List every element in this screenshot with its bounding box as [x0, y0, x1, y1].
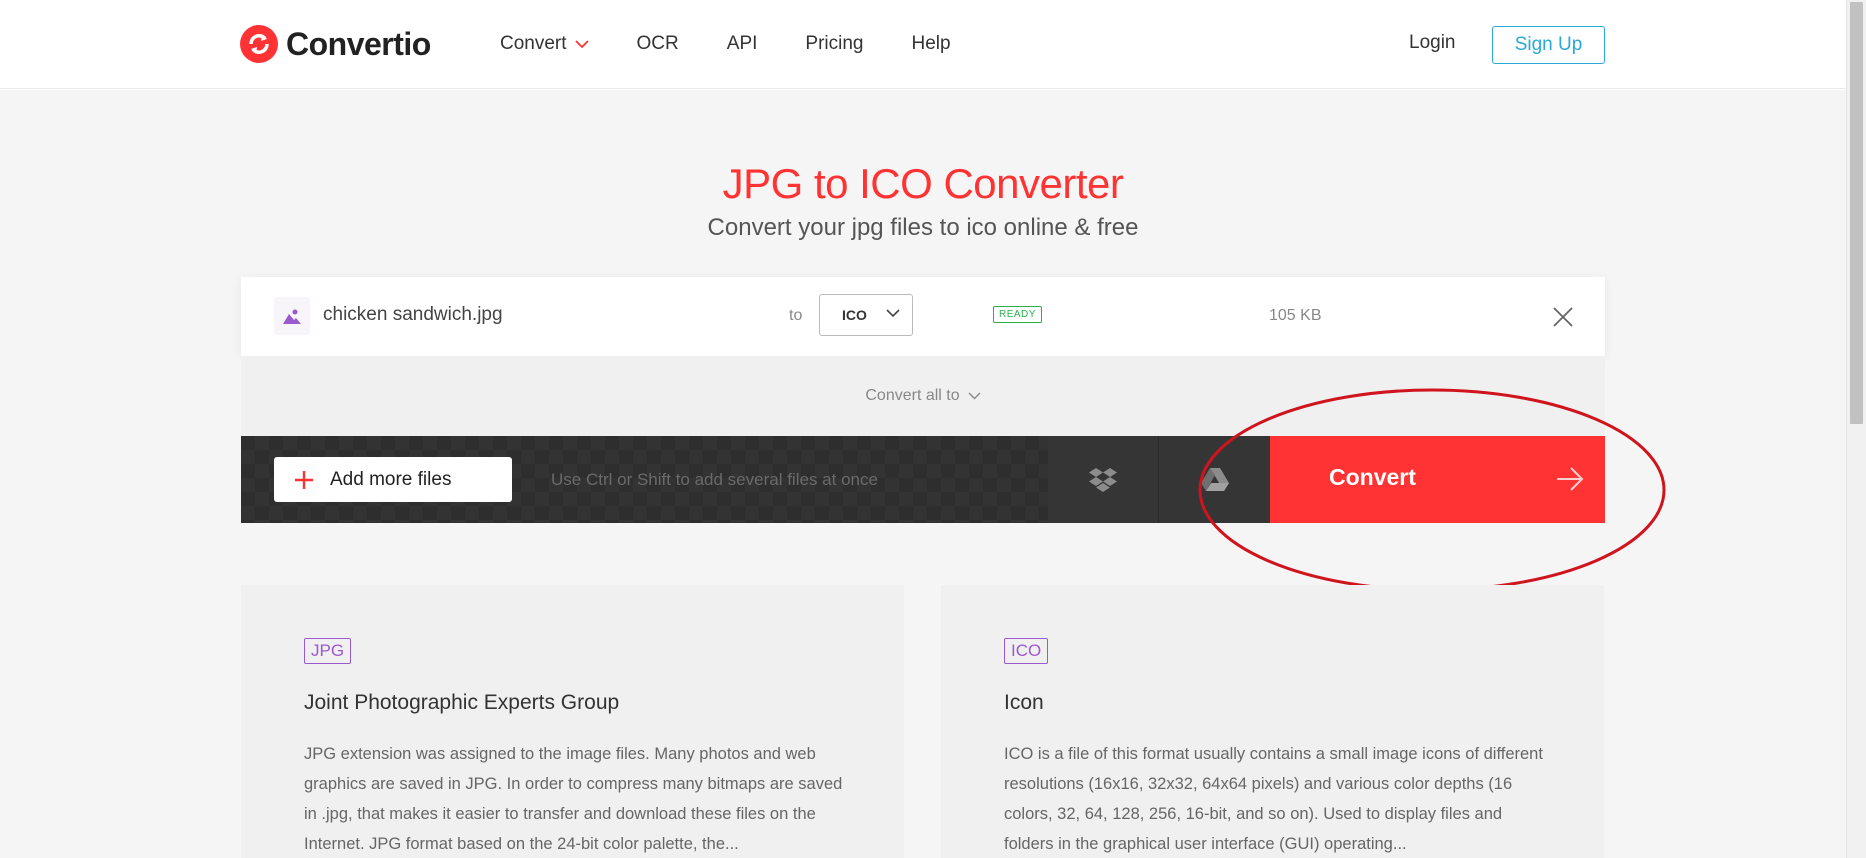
arrow-right-icon — [1557, 467, 1584, 491]
card-description: JPG extension was assigned to the image … — [304, 745, 843, 853]
google-drive-button[interactable] — [1159, 436, 1270, 523]
dropbox-button[interactable] — [1048, 436, 1159, 523]
close-icon[interactable] — [1552, 306, 1574, 328]
file-row: chicken sandwich.jpg to ICO READY 105 KB — [241, 277, 1605, 356]
chevron-down-icon — [886, 309, 900, 318]
convertio-logo-icon — [240, 25, 278, 63]
image-file-icon — [274, 297, 310, 335]
nav-help[interactable]: Help — [911, 30, 950, 58]
convert-button[interactable]: Convert — [1270, 436, 1605, 523]
brand-name: Convertio — [286, 25, 431, 62]
page-scrollbar[interactable] — [1846, 0, 1866, 858]
convert-button-label: Convert — [1329, 464, 1416, 490]
dropbox-icon — [1089, 467, 1117, 492]
status-badge: READY — [993, 306, 1042, 323]
file-name: chicken sandwich.jpg — [323, 304, 503, 325]
login-link[interactable]: Login — [1409, 32, 1456, 54]
plus-icon — [295, 470, 313, 489]
google-drive-icon — [1200, 468, 1229, 491]
page-subtitle: Convert your jpg files to ico online & f… — [707, 214, 1139, 241]
add-more-files-button[interactable]: Add more files — [274, 457, 512, 502]
main-nav: Convert OCR API Pricing Help — [500, 30, 999, 58]
upload-hint: Use Ctrl or Shift to add several files a… — [551, 470, 878, 489]
nav-ocr[interactable]: OCR — [637, 30, 679, 58]
top-header: Convertio Convert OCR API Pricing Help L… — [0, 0, 1846, 89]
nav-convert[interactable]: Convert — [500, 30, 589, 58]
chevron-down-icon — [968, 392, 981, 400]
brand-logo[interactable]: Convertio — [240, 24, 431, 64]
format-tag[interactable]: JPG — [304, 638, 352, 664]
nav-api[interactable]: API — [727, 30, 758, 58]
nav-pricing[interactable]: Pricing — [805, 30, 863, 58]
card-title: Icon — [1004, 691, 1044, 714]
scrollbar-thumb[interactable] — [1850, 2, 1863, 424]
output-format-select[interactable]: ICO — [819, 294, 913, 336]
to-label: to — [789, 307, 803, 324]
page-title: JPG to ICO Converter — [722, 160, 1124, 207]
signup-button[interactable]: Sign Up — [1492, 26, 1605, 64]
file-size: 105 KB — [1269, 307, 1322, 324]
card-description: ICO is a file of this format usually con… — [1004, 745, 1543, 853]
chevron-down-icon — [574, 39, 589, 48]
jpg-info-card: JPG Joint Photographic Experts Group JPG… — [241, 585, 904, 858]
convert-all-dropdown[interactable]: Convert all to — [865, 387, 981, 405]
convert-all-row: Convert all to — [241, 356, 1605, 436]
action-bar: Add more files Use Ctrl or Shift to add … — [241, 436, 1605, 523]
format-tag[interactable]: ICO — [1004, 638, 1049, 664]
card-title: Joint Photographic Experts Group — [304, 691, 620, 714]
ico-info-card: ICO Icon ICO is a file of this format us… — [941, 585, 1604, 858]
